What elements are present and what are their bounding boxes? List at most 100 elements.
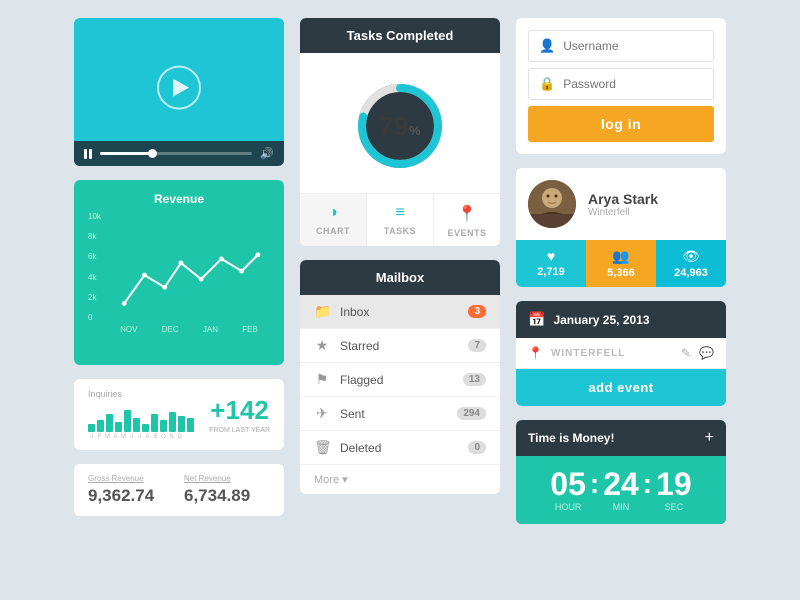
profile-name: Arya Stark [588, 191, 658, 207]
revenue-line-chart [88, 212, 270, 322]
sent-label: Sent [340, 407, 447, 421]
stat-likes[interactable]: ♥ 2,719 [516, 240, 586, 287]
inbox-label: Inbox [340, 305, 458, 319]
inquiries-label: Inquiries [88, 389, 199, 399]
bar [115, 422, 122, 432]
lock-icon: 🔒 [539, 76, 555, 92]
timer-separator-1: : [590, 470, 599, 498]
seconds-value: 19 [656, 468, 692, 500]
event-header: 📅 January 25, 2013 [516, 301, 726, 338]
tab-tasks-label: TASKS [384, 226, 416, 236]
mailbox-item-deleted[interactable]: 🗑 Deleted 0 [300, 431, 500, 465]
revenue-chart-area: 10k 8k 6k 4k 2k 0 [88, 212, 270, 322]
timer-header: Time is Money! + [516, 420, 726, 456]
password-input[interactable] [563, 77, 703, 91]
x-axis-labels: NOV DEC JAN FEB [88, 325, 270, 334]
video-player: 🔊 [74, 18, 284, 166]
from-last-year: FROM LAST YEAR [209, 427, 270, 434]
inquiries-card: Inquiries J F M A M J [74, 379, 284, 450]
bar [178, 416, 185, 432]
sent-icon: ✈ [314, 405, 330, 422]
deleted-badge: 0 [468, 441, 486, 454]
sent-badge: 294 [457, 407, 486, 420]
profile-stats: ♥ 2,719 👥 5,366 👁 24,963 [516, 240, 726, 287]
followers-count: 5,366 [607, 267, 635, 279]
bar [142, 424, 149, 432]
net-revenue-value: 6,734.89 [184, 486, 270, 506]
delete-icon: 🗑 [314, 439, 330, 456]
mailbox-item-sent[interactable]: ✈ Sent 294 [300, 397, 500, 431]
mailbox-item-starred[interactable]: ★ Starred 7 [300, 329, 500, 363]
profile-subtitle: Winterfell [588, 207, 658, 218]
bar [97, 420, 104, 432]
tab-chart-label: CHART [316, 226, 350, 236]
video-controls: 🔊 [74, 141, 284, 166]
tab-tasks[interactable]: ≡ TASKS [367, 194, 434, 246]
tasks-tabs: ◑ CHART ≡ TASKS 📍 EVENTS [300, 193, 500, 246]
inbox-badge: 3 [468, 305, 486, 318]
tasks-icon: ≡ [395, 204, 404, 222]
tab-chart[interactable]: ◑ CHART [300, 194, 367, 246]
stat-followers[interactable]: 👥 5,366 [586, 240, 656, 287]
eye-icon: 👁 [682, 248, 700, 265]
location-icon: 📍 [528, 346, 543, 360]
timer-separator-2: : [643, 470, 652, 498]
bar [160, 420, 167, 432]
revenue-title: Revenue [88, 192, 270, 206]
starred-badge: 7 [468, 339, 486, 352]
profile-card: Arya Stark Winterfell ♥ 2,719 👥 5,366 👁 … [516, 168, 726, 287]
play-icon [173, 79, 189, 97]
timer-card: Time is Money! + 05 hour : 24 min : 19 s… [516, 420, 726, 524]
bar [151, 414, 158, 432]
timer-hours: 05 hour [550, 468, 586, 512]
volume-icon[interactable]: 🔊 [260, 147, 274, 160]
stat-views[interactable]: 👁 24,963 [656, 240, 726, 287]
bar [187, 418, 194, 432]
inquiries-count: +142 [209, 395, 270, 426]
gross-revenue-value: 9,362.74 [88, 486, 174, 506]
bar [124, 410, 131, 432]
mailbox-item-flagged[interactable]: ⚑ Flagged 13 [300, 363, 500, 397]
bar [133, 418, 140, 432]
password-wrap: 🔒 [528, 68, 714, 100]
flagged-badge: 13 [463, 373, 486, 386]
likes-count: 2,719 [537, 266, 565, 278]
login-button[interactable]: log in [528, 106, 714, 142]
tab-events[interactable]: 📍 EVENTS [434, 194, 500, 246]
mailbox-more[interactable]: More ▾ [300, 465, 500, 494]
timer-seconds: 19 sec [656, 468, 692, 512]
username-input[interactable] [563, 39, 703, 53]
calendar-icon: 📅 [528, 311, 545, 328]
timer-display: 05 hour : 24 min : 19 sec [516, 456, 726, 524]
y-axis-labels: 10k 8k 6k 4k 2k 0 [88, 212, 101, 322]
mailbox-item-inbox[interactable]: 📁 Inbox 3 [300, 295, 500, 329]
login-card: 👤 🔒 log in [516, 18, 726, 154]
event-location-row: 📍 WINTERFELL ✎ 💬 [516, 338, 726, 369]
event-date: January 25, 2013 [553, 313, 649, 327]
bar [169, 412, 176, 432]
timer-plus-button[interactable]: + [705, 430, 714, 446]
users-icon: 👥 [612, 248, 629, 265]
add-event-button[interactable]: add event [516, 369, 726, 406]
chat-icon[interactable]: 💬 [699, 346, 714, 360]
edit-icon[interactable]: ✎ [681, 346, 691, 360]
donut-area: 79% [300, 53, 500, 193]
hours-value: 05 [550, 468, 586, 500]
revenue-bottom: Gross Revenue 9,362.74 Net Revenue 6,734… [74, 464, 284, 516]
tasks-card: Tasks Completed 79% ◑ CHART ≡ TASKS [300, 18, 500, 246]
avatar [528, 180, 576, 228]
minutes-value: 24 [603, 468, 639, 500]
bar [106, 414, 113, 432]
play-button[interactable] [157, 66, 201, 110]
inbox-icon: 📁 [314, 303, 330, 320]
username-wrap: 👤 [528, 30, 714, 62]
progress-bar[interactable] [100, 152, 252, 155]
chart-icon: ◑ [328, 204, 338, 222]
bar [88, 424, 95, 432]
timer-title: Time is Money! [528, 431, 614, 445]
pause-icon[interactable] [84, 149, 92, 159]
mailbox-card: Mailbox 📁 Inbox 3 ★ Starred 7 ⚑ Flagged … [300, 260, 500, 494]
donut-percentage: 79% [379, 111, 420, 142]
flag-icon: ⚑ [314, 371, 330, 388]
starred-label: Starred [340, 339, 458, 353]
